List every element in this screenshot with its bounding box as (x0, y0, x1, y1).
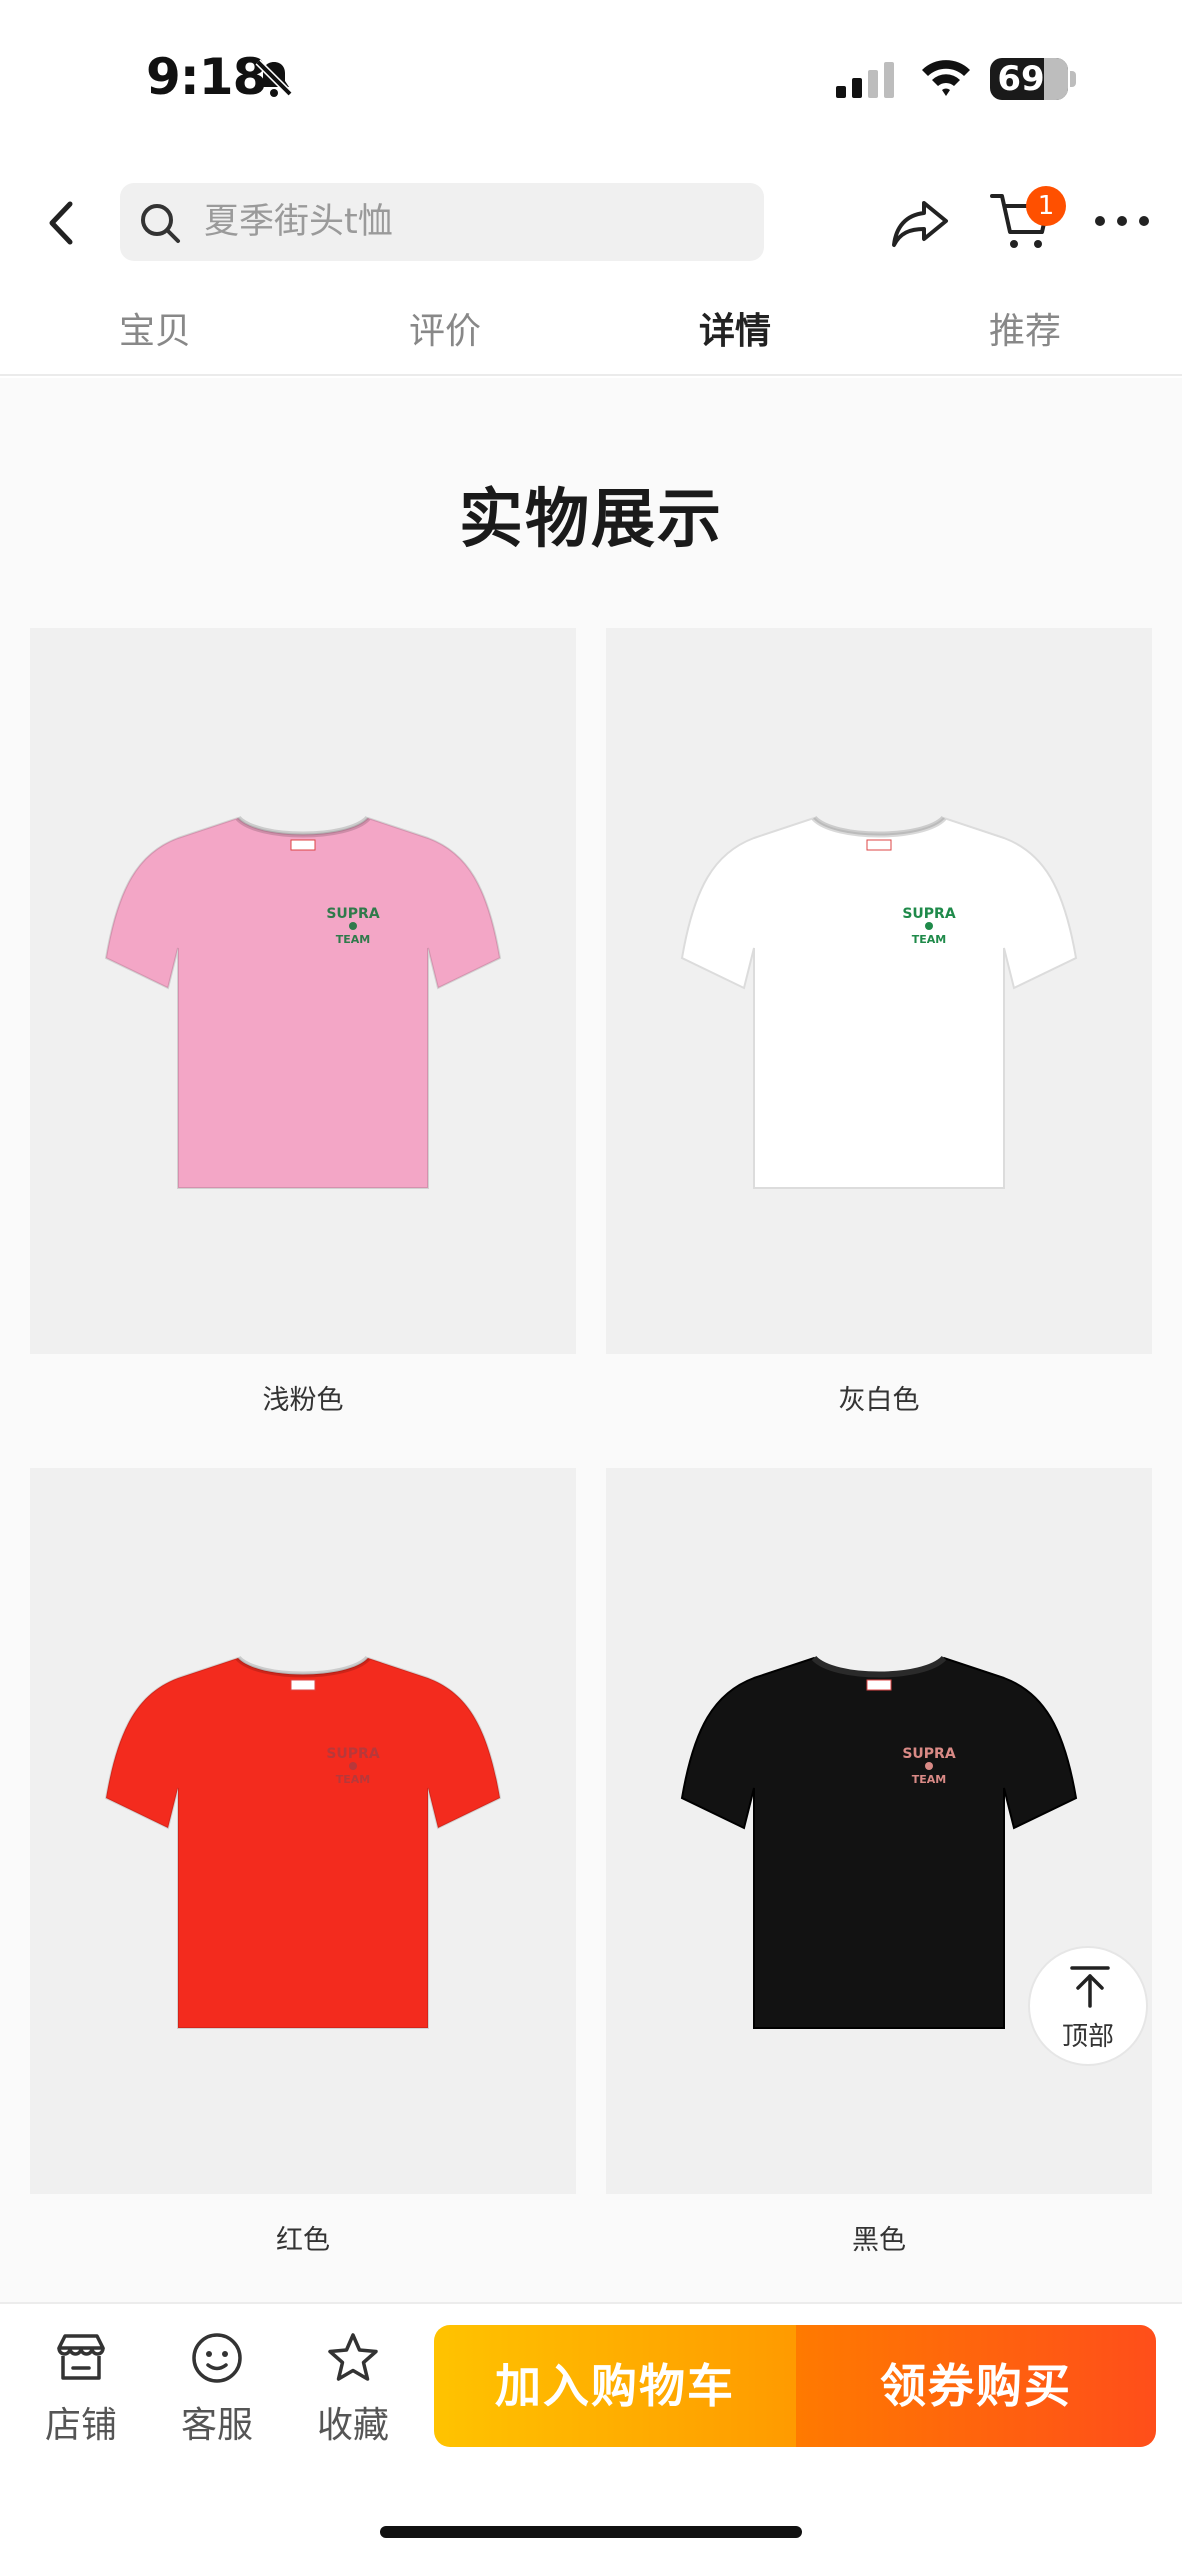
arrow-up-to-top-icon (1070, 1966, 1110, 2008)
coupon-buy-button[interactable]: 领券购买 (796, 2325, 1156, 2447)
product-caption: 黑色 (852, 2225, 906, 2256)
search-input[interactable]: 夏季街头t恤 (204, 183, 393, 261)
favorite-label: 收藏 (316, 2405, 389, 2446)
battery-tip (1070, 71, 1076, 87)
battery-indicator: 69 (990, 58, 1076, 100)
back-button[interactable] (40, 196, 84, 250)
customer-service-icon (192, 2333, 242, 2383)
section-title: 实物展示 (459, 483, 723, 557)
cellular-signal-icon (836, 62, 894, 98)
tshirt-print-text: TEAM (912, 933, 946, 946)
product-caption: 浅粉色 (262, 1385, 344, 1416)
status-bar: 9:18 69 (0, 0, 1182, 160)
home-indicator (380, 2526, 802, 2538)
favorite-button[interactable]: 收藏 (298, 2330, 408, 2450)
battery-level: 69 (997, 59, 1045, 99)
bell-muted-icon (255, 59, 293, 97)
neck-label-tag (866, 1679, 892, 1691)
tshirt-print-text: TEAM (336, 933, 370, 946)
tshirt-print-emblem (349, 922, 357, 930)
tshirt-print-text: SUPRA (902, 906, 955, 922)
status-time: 9:18 (146, 48, 267, 106)
bottom-action-bar: 店铺 客服 收藏 加入购物车 领券购买 (0, 2302, 1182, 2560)
tshirt-body (104, 816, 502, 1189)
star-icon (328, 2333, 378, 2381)
tshirt-print-text: SUPRA (326, 906, 379, 922)
store-icon (57, 2334, 105, 2380)
tshirt-image: SUPRA TEAM (680, 1655, 1078, 2029)
tshirt-print-text: SUPRA (326, 1746, 379, 1762)
wifi-icon (922, 60, 970, 96)
tshirt-body (680, 1656, 1078, 2029)
tshirt-print-text: TEAM (336, 1773, 370, 1786)
battery-body: 69 (990, 58, 1068, 100)
product-caption: 红色 (276, 2225, 330, 2256)
product-image-card[interactable]: SUPRA TEAM (30, 628, 576, 1354)
product-caption: 灰白色 (838, 1385, 920, 1416)
tshirt-image: SUPRA TEAM (680, 815, 1078, 1189)
customer-service-button[interactable]: 客服 (162, 2330, 272, 2450)
share-icon[interactable] (890, 195, 950, 251)
tshirt-body (104, 1656, 502, 2029)
tab-recommend[interactable]: 推荐 (935, 302, 1115, 362)
tab-reviews[interactable]: 评价 (355, 302, 535, 362)
tshirt-image: SUPRA TEAM (104, 815, 502, 1189)
cart-count-badge: 1 (1026, 186, 1066, 226)
tshirt-print-emblem (349, 1762, 357, 1770)
product-image-card[interactable]: SUPRA TEAM (606, 628, 1152, 1354)
neck-label-tag (866, 839, 892, 851)
tshirt-print-emblem (925, 1762, 933, 1770)
details-content: 实物展示 SUPRA TEAM 浅粉色 SUPRA TEAM 灰白色 SUPRA TE… (0, 378, 1182, 2302)
tshirt-print-text: TEAM (912, 1773, 946, 1786)
tshirt-print-text: SUPRA (902, 1746, 955, 1762)
store-label: 店铺 (44, 2405, 117, 2446)
tab-item[interactable]: 宝贝 (65, 302, 245, 362)
tab-details[interactable]: 详情 (645, 302, 825, 362)
back-to-top-button[interactable]: 顶部 (1028, 1946, 1148, 2066)
store-button[interactable]: 店铺 (26, 2330, 136, 2450)
search-bar[interactable]: 夏季街头t恤 (120, 183, 764, 261)
tshirt-print-emblem (925, 922, 933, 930)
tab-bar: 宝贝 评价 详情 推荐 (0, 290, 1182, 376)
more-options-icon[interactable] (1090, 206, 1154, 236)
product-image-card[interactable]: SUPRA TEAM (606, 1468, 1152, 2194)
neck-label-tag (290, 839, 316, 851)
tshirt-image: SUPRA TEAM (104, 1655, 502, 2029)
tshirt-body (680, 816, 1078, 1189)
neck-label-tag (290, 1679, 316, 1691)
add-to-cart-button[interactable]: 加入购物车 (434, 2325, 796, 2447)
search-icon (141, 204, 180, 243)
product-image-card[interactable]: SUPRA TEAM (30, 1468, 576, 2194)
back-to-top-label: 顶部 (1061, 2022, 1114, 2052)
customer-service-label: 客服 (180, 2405, 253, 2446)
